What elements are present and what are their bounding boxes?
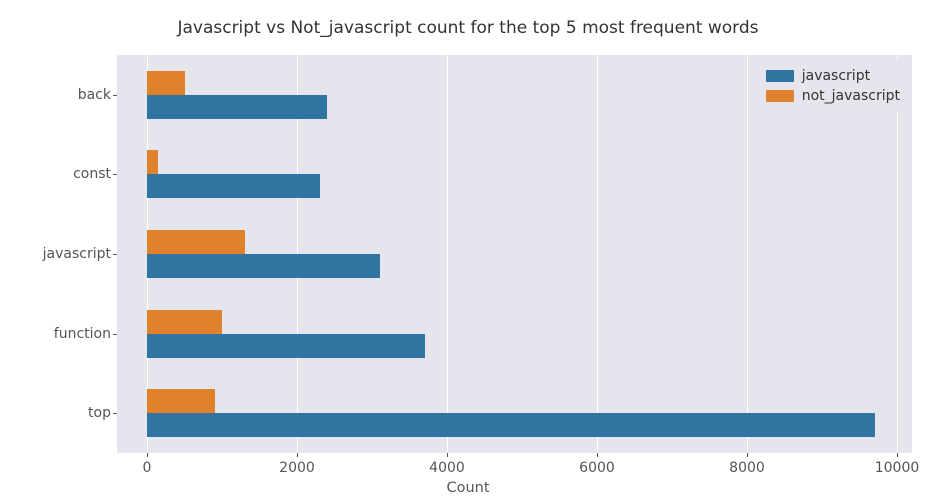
x-axis-label: Count <box>0 480 936 496</box>
bar-not-javascript <box>147 230 245 254</box>
bar-not-javascript <box>147 150 158 174</box>
legend-entry-not-javascript: not_javascript <box>766 86 900 106</box>
xtick-label: 10000 <box>875 460 920 476</box>
xtick-mark <box>447 453 448 457</box>
bar-javascript <box>147 254 380 278</box>
xtick-label: 6000 <box>579 460 615 476</box>
ytick-label: function <box>1 326 111 342</box>
bar-javascript <box>147 413 875 437</box>
legend-swatch-javascript <box>766 70 794 82</box>
bar-javascript <box>147 334 425 358</box>
xtick-label: 4000 <box>429 460 465 476</box>
bar-not-javascript <box>147 71 185 95</box>
ytick-label: back <box>1 87 111 103</box>
bar-javascript <box>147 174 320 198</box>
ytick-mark <box>113 95 117 96</box>
ytick-mark <box>113 174 117 175</box>
xtick-mark <box>147 453 148 457</box>
bar-not-javascript <box>147 389 215 413</box>
ytick-mark <box>113 334 117 335</box>
legend-label: javascript <box>802 66 870 86</box>
chart-container: Javascript vs Not_javascript count for t… <box>0 0 936 504</box>
legend-swatch-not-javascript <box>766 90 794 102</box>
gridline <box>447 55 448 453</box>
ytick-label: const <box>1 166 111 182</box>
legend-label: not_javascript <box>802 86 900 106</box>
xtick-mark <box>897 453 898 457</box>
xtick-mark <box>297 453 298 457</box>
xtick-mark <box>747 453 748 457</box>
xtick-label: 2000 <box>279 460 315 476</box>
xtick-label: 0 <box>143 460 152 476</box>
ytick-label: javascript <box>1 246 111 262</box>
gridline <box>597 55 598 453</box>
plot-area <box>117 55 912 453</box>
gridline <box>747 55 748 453</box>
xtick-label: 8000 <box>729 460 765 476</box>
legend: javascript not_javascript <box>758 60 908 112</box>
legend-entry-javascript: javascript <box>766 66 900 86</box>
ytick-mark <box>113 254 117 255</box>
bar-not-javascript <box>147 310 222 334</box>
bar-javascript <box>147 95 327 119</box>
ytick-label: top <box>1 405 111 421</box>
ytick-mark <box>113 413 117 414</box>
gridline <box>897 55 898 453</box>
xtick-mark <box>597 453 598 457</box>
chart-title: Javascript vs Not_javascript count for t… <box>0 18 936 38</box>
